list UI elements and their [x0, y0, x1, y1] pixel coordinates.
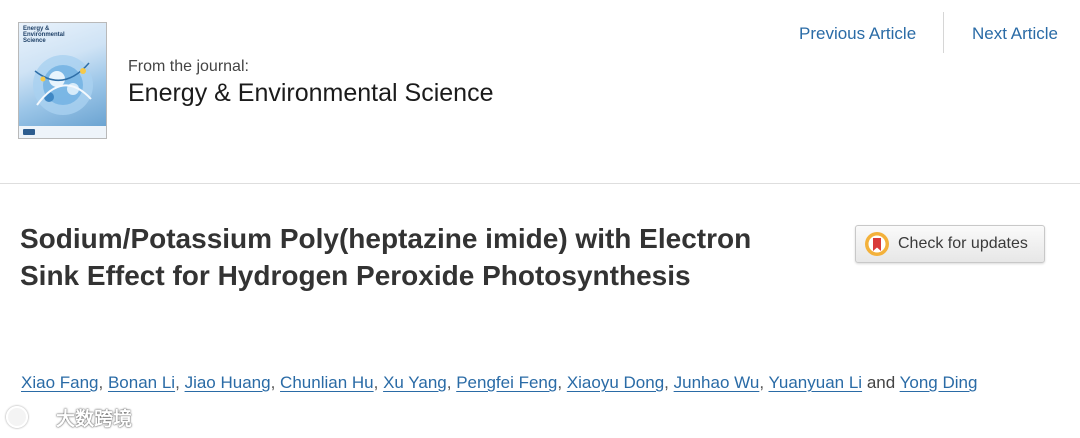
journal-cover-image[interactable]: Energy & Environmental Science: [18, 22, 107, 139]
author-conjunction: and: [866, 373, 896, 392]
from-journal-label: From the journal:: [128, 58, 249, 75]
author-separator: ,: [759, 373, 765, 392]
cover-artwork: [33, 55, 93, 115]
author-link[interactable]: Jiao Huang: [185, 373, 271, 392]
check-for-updates-button[interactable]: Check for updates: [855, 225, 1045, 263]
author-link[interactable]: Yuanyuan Li: [768, 373, 862, 392]
author-separator: ,: [446, 373, 452, 392]
author-link[interactable]: Junhao Wu: [674, 373, 760, 392]
article-title: Sodium/Potassium Poly(heptazine imide) w…: [20, 223, 752, 291]
author-separator: ,: [373, 373, 379, 392]
watermark-logo-icon: [6, 406, 28, 428]
watermark-text: 大数跨境: [56, 407, 133, 430]
nav-divider: [943, 12, 944, 53]
check-for-updates-label: Check for updates: [898, 235, 1028, 252]
watermark: 大数跨境: [6, 404, 132, 430]
cover-footer: [19, 126, 106, 138]
author-separator: ,: [270, 373, 276, 392]
author-link[interactable]: Xu Yang: [383, 373, 447, 392]
author-link[interactable]: Xiaoyu Dong: [567, 373, 664, 392]
author-link[interactable]: Bonan Li: [108, 373, 175, 392]
author-link[interactable]: Pengfei Feng: [456, 373, 557, 392]
author-separator: ,: [175, 373, 180, 392]
publisher-logo: [23, 129, 35, 135]
journal-name[interactable]: Energy & Environmental Science: [128, 79, 493, 108]
author-link[interactable]: Yong Ding: [900, 373, 978, 392]
author-link[interactable]: Xiao Fang: [21, 373, 99, 392]
author-separator: ,: [557, 373, 563, 392]
author-link[interactable]: Chunlian Hu: [280, 373, 374, 392]
next-article-link[interactable]: Next Article: [972, 24, 1058, 44]
author-separator: ,: [98, 373, 104, 392]
header-divider: [0, 183, 1080, 184]
author-separator: ,: [664, 373, 669, 392]
crossmark-bookmark-icon: [865, 232, 889, 256]
previous-article-link[interactable]: Previous Article: [799, 24, 916, 44]
cover-title: Energy & Environmental Science: [23, 26, 65, 44]
author-list: Xiao Fang, Bonan Li, Jiao Huang, Chunlia…: [21, 368, 1061, 398]
journal-header: Energy & Environmental Science From the …: [0, 0, 1080, 184]
